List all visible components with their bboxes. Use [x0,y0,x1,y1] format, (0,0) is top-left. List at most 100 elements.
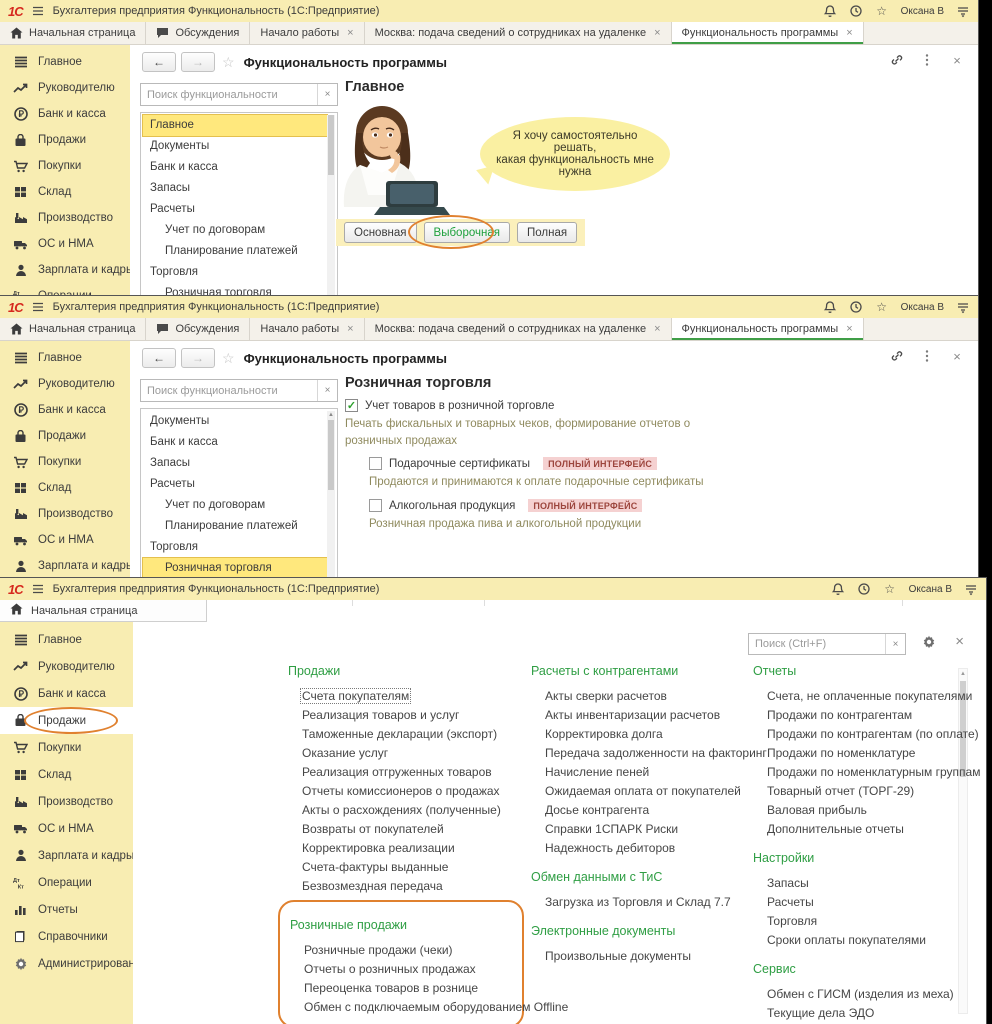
menu-link[interactable]: Счета-фактуры выданные [302,861,448,873]
tab-2[interactable]: Обсуждения [146,22,250,44]
menu-link[interactable]: Акты инвентаризации расчетов [545,709,720,721]
nav-list-item[interactable]: Торговля [143,537,327,558]
menu-link[interactable]: Передача задолженности на факторинг [545,747,767,759]
more-menu-icon[interactable] [920,53,934,67]
nav-list-item[interactable]: Торговля [143,262,327,283]
menu-link[interactable]: Ожидаемая оплата от покупателей [545,785,741,797]
menu-link[interactable]: Товарный отчет (ТОРГ-29) [767,785,914,797]
feature-label[interactable]: Учет товаров в розничной торговле [365,400,554,412]
list-scrollbar[interactable]: ▲ [327,411,335,577]
menu-link[interactable]: Текущие дела ЭДО [767,1007,874,1019]
functionality-search-input[interactable]: Поиск функциональности × [140,379,338,402]
menu-link[interactable]: Надежность дебиторов [545,842,675,854]
menu-link[interactable]: Продажи по контрагентам (по оплате) [767,728,979,740]
menu-link[interactable]: Акты о расхождениях (полученные) [302,804,501,816]
nav-list-item[interactable]: Документы [143,136,327,157]
nav-list-item[interactable]: Главное [143,115,327,136]
sidebar-item-продажи[interactable]: Продажи [0,127,130,153]
sidebar-item-ос-и-нма[interactable]: ОС и НМА [0,815,133,842]
sidebar-item-склад[interactable]: Склад [0,761,133,788]
tab-close-icon[interactable]: × [654,27,660,39]
clear-search-icon[interactable]: × [317,84,337,105]
notifications-bell-icon[interactable] [823,300,837,314]
notifications-bell-icon[interactable] [831,582,845,596]
user-name[interactable]: Оксана В [909,584,952,595]
sidebar-item-зарплата-и-кадры[interactable]: Зарплата и кадры [0,257,130,283]
nav-list-item[interactable]: Расчеты [143,199,327,220]
feature-label[interactable]: Подарочные сертификаты [389,458,530,470]
sidebar-item-главное[interactable]: Главное [0,345,130,371]
menu-link[interactable]: Счета, не оплаченные покупателями [767,690,972,702]
notifications-bell-icon[interactable] [823,4,837,18]
nav-list-item[interactable]: Запасы [143,178,327,199]
back-button[interactable]: ← [142,348,176,368]
menu-link[interactable]: Обмен с ГИСМ (изделия из меха) [767,988,954,1000]
menu-link[interactable]: Корректировка реализации [302,842,455,854]
tab-home[interactable]: Начальная страница [0,600,207,622]
nav-list-item[interactable]: Банк и касса [143,157,327,178]
mode-button-option[interactable]: Полная [517,222,577,243]
tab-close-icon[interactable]: × [347,323,353,335]
nav-list-item[interactable]: Учет по договорам [143,495,327,516]
star-icon[interactable]: ☆ [222,54,235,71]
mode-button-selected[interactable]: Выборочная [424,222,510,243]
menu-link[interactable]: Загрузка из Торговля и Склад 7.7 [545,896,731,908]
history-icon[interactable] [857,582,871,596]
sidebar-item-покупки[interactable]: Покупки [0,153,130,179]
menu-link[interactable]: Расчеты [767,896,814,908]
service-menu-icon[interactable] [956,4,970,18]
nav-list-item[interactable]: Документы [143,411,327,432]
close-menu-icon[interactable]: × [955,633,964,650]
menu-link[interactable]: Акты сверки расчетов [545,690,667,702]
nav-list-item[interactable]: Планирование платежей [143,241,327,262]
menu-link[interactable]: Валовая прибыль [767,804,867,816]
more-menu-icon[interactable] [920,349,934,363]
sidebar-item-продажи[interactable]: Продажи [0,423,130,449]
history-icon[interactable] [849,300,863,314]
tab-4[interactable]: Москва: подача сведений о сотрудниках на… [365,22,672,44]
main-menu-icon[interactable] [31,582,45,596]
history-icon[interactable] [849,4,863,18]
nav-list-item[interactable]: Планирование платежей [143,516,327,537]
sidebar-item-производство[interactable]: Производство [0,205,130,231]
checkbox-checked[interactable]: ✓ [345,399,358,412]
sidebar-item-операции[interactable]: ДтКтОперации [0,869,133,896]
menu-link[interactable]: Продажи по контрагентам [767,709,912,721]
menu-link[interactable]: Начисление пеней [545,766,649,778]
tab-close-icon[interactable]: × [846,27,852,39]
mode-button-option[interactable]: Основная [344,222,417,243]
menu-link[interactable]: Отчеты о розничных продажах [304,963,476,975]
tab-3[interactable]: Начало работы× [250,22,364,44]
tab-close-icon[interactable]: × [654,323,660,335]
nav-list-item[interactable]: Розничная торговля [143,558,327,577]
menu-link[interactable]: Корректировка долга [545,728,663,740]
sidebar-item-руководителю[interactable]: Руководителю [0,371,130,397]
menu-link[interactable]: Возвраты от покупателей [302,823,444,835]
sidebar-item-ос-и-нма[interactable]: ОС и НМА [0,527,130,553]
checkbox-unchecked[interactable] [369,457,382,470]
tab-1[interactable]: Начальная страница [0,22,146,44]
nav-list-item[interactable]: Расчеты [143,474,327,495]
nav-list-item[interactable]: Запасы [143,453,327,474]
main-menu-icon[interactable] [31,4,45,18]
forward-button[interactable]: → [181,348,215,368]
sidebar-item-банк-и-касса[interactable]: Банк и касса [0,101,130,127]
sidebar-item-продажи[interactable]: Продажи [0,707,133,734]
clear-search-icon[interactable]: × [317,380,337,401]
menu-link[interactable]: Справки 1СПАРК Риски [545,823,678,835]
sidebar-item-руководителю[interactable]: Руководителю [0,75,130,101]
menu-link[interactable]: Реализация отгруженных товаров [302,766,492,778]
user-name[interactable]: Оксана В [901,6,944,17]
close-page-icon[interactable]: × [950,349,964,363]
close-page-icon[interactable]: × [950,53,964,67]
forward-button[interactable]: → [181,52,215,72]
tab-2[interactable]: Обсуждения [146,318,250,340]
tab-3[interactable]: Начало работы× [250,318,364,340]
sidebar-item-отчеты[interactable]: Отчеты [0,896,133,923]
nav-list-item[interactable]: Банк и касса [143,432,327,453]
tab-4[interactable]: Москва: подача сведений о сотрудниках на… [365,318,672,340]
sidebar-item-покупки[interactable]: Покупки [0,449,130,475]
sidebar-item-склад[interactable]: Склад [0,179,130,205]
functionality-search-input[interactable]: Поиск функциональности × [140,83,338,106]
back-button[interactable]: ← [142,52,176,72]
